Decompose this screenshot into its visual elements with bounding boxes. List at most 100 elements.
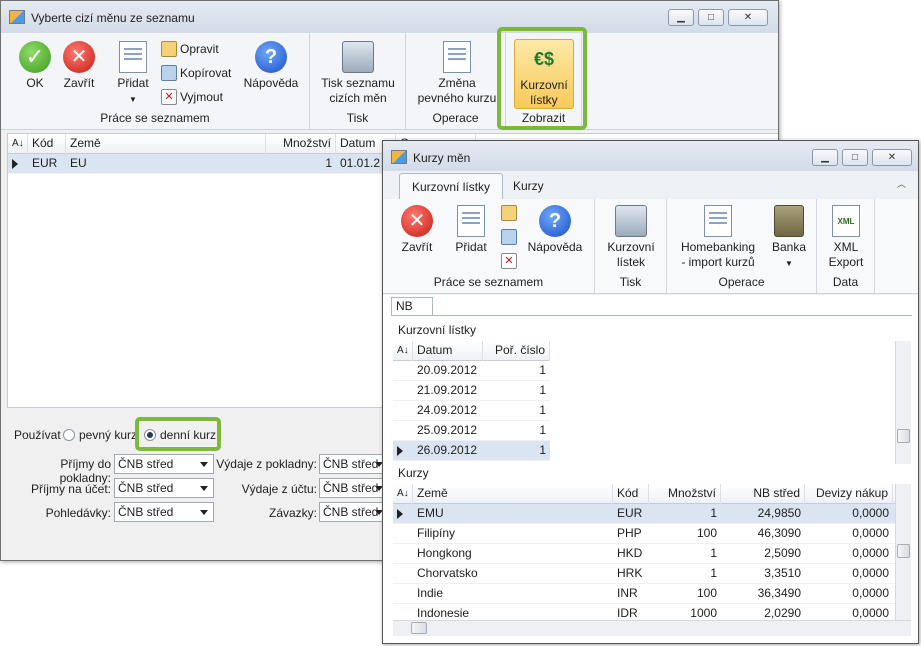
col-number[interactable]: Poř. číslo: [483, 341, 550, 361]
col-code[interactable]: Kód: [28, 134, 66, 154]
close-button[interactable]: ✕ Zavřít: [395, 205, 439, 255]
cell-code: INR: [617, 586, 638, 600]
table-row[interactable]: 25.09.2012 1: [393, 421, 550, 441]
col-nb-mid[interactable]: NB střed: [721, 484, 805, 504]
safe-icon: [774, 205, 804, 237]
scrollbar-thumb[interactable]: [897, 544, 910, 558]
radio-off-icon: [63, 429, 75, 441]
cell-buy: 0,0000: [852, 526, 889, 540]
sheets-scrollbar[interactable]: [895, 341, 911, 464]
radio-fixed-rate[interactable]: pevný kurz: [63, 428, 137, 442]
cell-mid: 24,9850: [757, 506, 801, 520]
bank-button[interactable]: Banka ▼: [767, 205, 811, 271]
col-qty[interactable]: Množství: [266, 134, 336, 154]
edit-button[interactable]: Opravit: [161, 39, 219, 59]
label-account-income: Příjmy na účet:: [30, 482, 111, 496]
cell-country: Hongkong: [417, 546, 472, 560]
rates-scrollbar[interactable]: [895, 484, 911, 620]
use-label: Používat: [14, 428, 61, 442]
scrollbar-thumb[interactable]: [411, 622, 427, 634]
help-icon: ?: [539, 205, 571, 237]
ok-button[interactable]: ✓ OK: [13, 41, 57, 91]
highlight-frame: [497, 27, 587, 130]
select-account-expense[interactable]: ČNB střed: [319, 478, 389, 498]
xml-label-1: XML: [833, 240, 859, 254]
copy-button[interactable]: Kopírovat: [161, 63, 231, 83]
add-button[interactable]: Přidat ▼: [109, 41, 157, 107]
change-fixed-rate-button[interactable]: Změna pevného kurzu: [412, 41, 502, 106]
close-window-button[interactable]: ✕: [872, 149, 912, 166]
table-row[interactable]: 21.09.2012 1: [393, 381, 550, 401]
collapse-ribbon-icon[interactable]: ︿: [897, 177, 906, 190]
bank-label: Banka: [771, 240, 807, 254]
cell-number: 1: [539, 403, 546, 417]
window-titlebar: Vyberte cizí měnu ze seznamu ▁ □ ✕: [1, 1, 778, 33]
copy-icon: [161, 65, 177, 81]
copy-label: Kopírovat: [180, 66, 232, 80]
table-row[interactable]: Hongkong HKD 1 2,5090 0,0000: [393, 544, 895, 564]
group-print: Tisk seznamu cizích měn Tisk: [310, 33, 406, 129]
label-account-expense: Výdaje z účtu:: [241, 482, 317, 496]
table-row[interactable]: 26.09.2012 1: [393, 441, 550, 461]
sort-icon[interactable]: A↓: [393, 484, 413, 504]
add-button[interactable]: Přidat: [449, 205, 493, 255]
table-row[interactable]: EMU EUR 1 24,9850 0,0000: [393, 504, 895, 524]
table-row[interactable]: 20.09.2012 1: [393, 361, 550, 381]
select-account-income[interactable]: ČNB střed: [114, 478, 214, 498]
copy-icon[interactable]: [501, 229, 517, 245]
select-cash-income[interactable]: ČNB střed: [114, 454, 214, 474]
minimize-button[interactable]: ▁: [668, 9, 694, 26]
edit-label: Opravit: [180, 42, 219, 56]
col-code[interactable]: Kód: [613, 484, 649, 504]
tab-rate-sheets[interactable]: Kurzovní lístky: [399, 173, 504, 199]
spreadsheet-icon: [704, 205, 732, 237]
table-row[interactable]: Chorvatsko HRK 1 3,3510 0,0000: [393, 564, 895, 584]
ok-label: OK: [26, 76, 44, 90]
cut-label: Vyjmout: [180, 90, 223, 104]
cell-mid: 3,3510: [764, 566, 801, 580]
scrollbar-thumb[interactable]: [897, 429, 910, 443]
col-country[interactable]: Země: [413, 484, 613, 504]
minimize-button[interactable]: ▁: [812, 149, 838, 166]
group-list-label: Práce se seznamem: [100, 111, 210, 125]
print-list-button[interactable]: Tisk seznamu cizích měn: [316, 41, 400, 106]
homebanking-import-button[interactable]: Homebanking - import kurzů: [673, 205, 763, 270]
col-qty[interactable]: Množství: [649, 484, 721, 504]
col-date[interactable]: Datum: [413, 341, 483, 361]
rate-sheets-grid: A↓ Datum Poř. číslo 20.09.2012 1 21.09.2…: [393, 341, 911, 464]
group-print-label: Tisk: [346, 111, 369, 125]
cut-button[interactable]: ✕ Vyjmout: [161, 87, 223, 107]
close-window-button[interactable]: ✕: [728, 9, 768, 26]
horizontal-scrollbar[interactable]: [393, 620, 911, 636]
select-payables[interactable]: ČNB střed: [319, 502, 389, 522]
group-list-label: Práce se seznamem: [433, 275, 544, 289]
subtab-nb[interactable]: NB: [391, 297, 433, 315]
label-cash-income: Příjmy do pokladny:: [59, 457, 111, 485]
print-label-1: Tisk seznamu: [321, 76, 395, 90]
cut-icon[interactable]: ✕: [501, 253, 517, 269]
maximize-button[interactable]: □: [842, 149, 868, 166]
table-row[interactable]: Filipíny PHP 100 46,3090 0,0000: [393, 524, 895, 544]
col-buy[interactable]: Devizy nákup: [805, 484, 893, 504]
select-receivables[interactable]: ČNB střed: [114, 502, 214, 522]
cell-date: 24.09.2012: [417, 403, 478, 417]
fixed-label-2: pevného kurzu: [417, 91, 497, 105]
xml-export-button[interactable]: XML XML Export: [821, 205, 871, 270]
tab-rates[interactable]: Kurzy: [501, 173, 556, 199]
cell-mid: 46,3090: [757, 526, 801, 540]
close-button[interactable]: ✕ Zavřít: [57, 41, 101, 91]
document-icon: [443, 41, 471, 73]
sort-icon[interactable]: A↓: [8, 134, 28, 154]
rate-sheet-print-button[interactable]: Kurzovní lístek: [601, 205, 661, 270]
sort-icon[interactable]: A↓: [393, 341, 413, 361]
help-button[interactable]: ? Nápověda: [525, 205, 585, 255]
cell-country: Filipíny: [417, 526, 456, 540]
group-ops: Změna pevného kurzu Operace: [406, 33, 506, 129]
maximize-button[interactable]: □: [698, 9, 724, 26]
col-country[interactable]: Země: [66, 134, 266, 154]
pencil-icon[interactable]: [501, 205, 517, 221]
table-row[interactable]: 24.09.2012 1: [393, 401, 550, 421]
help-button[interactable]: ? Nápověda: [241, 41, 301, 91]
table-row[interactable]: Indie INR 100 36,3490 0,0000: [393, 584, 895, 604]
select-cash-expense[interactable]: ČNB střed: [319, 454, 389, 474]
